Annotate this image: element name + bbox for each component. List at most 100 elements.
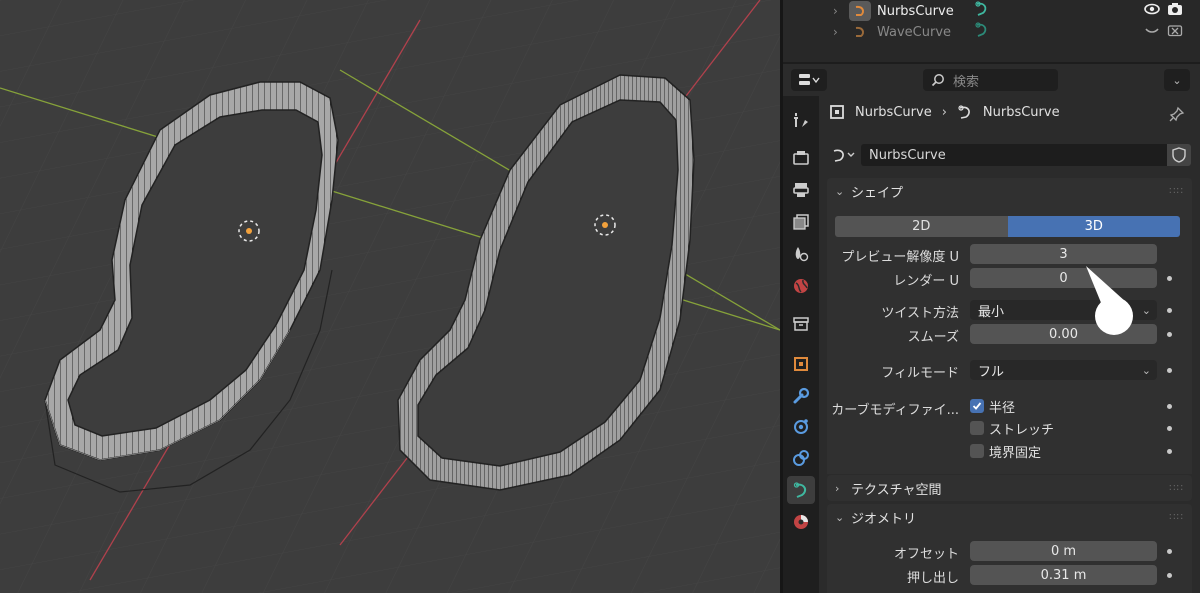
breadcrumb-separator-icon: › (941, 104, 947, 120)
datablock-browse-button[interactable] (827, 144, 861, 166)
panel-title: シェイプ (851, 185, 904, 201)
output-icon (793, 183, 809, 197)
dimension-3d-button[interactable]: 3D (1007, 216, 1180, 237)
tab-curve-data[interactable] (787, 476, 815, 504)
dimensions-toggle: 2D 3D (835, 216, 1180, 237)
preview-resolution-field[interactable]: 3 (970, 244, 1157, 264)
tab-physics[interactable] (787, 412, 815, 440)
keyframe-dot-icon[interactable] (1167, 276, 1172, 281)
touch-pointer-icon (1086, 266, 1133, 335)
keyframe-dot-icon[interactable] (1167, 449, 1172, 454)
outliner-row-wavecurve[interactable]: › WaveCurve (783, 21, 1200, 43)
options-dropdown-button[interactable]: ⌄ (1164, 69, 1190, 91)
curve-data-icon[interactable] (973, 0, 991, 22)
keyframe-dot-icon[interactable] (1167, 368, 1172, 373)
search-icon (931, 74, 944, 87)
3d-viewport[interactable] (0, 0, 780, 593)
tab-material[interactable] (787, 508, 815, 536)
expand-chevron-icon: › (835, 481, 840, 495)
radius-label: 半径 (989, 400, 1016, 416)
stretch-label: ストレッチ (989, 422, 1055, 438)
curve-data-icon[interactable] (973, 21, 991, 43)
eye-icon[interactable] (1144, 2, 1160, 20)
shape-panel-header[interactable]: ⌄ シェイプ ∷∷ (827, 178, 1192, 204)
keyframe-dot-icon[interactable] (1167, 308, 1172, 313)
checkbox-unchecked[interactable] (970, 444, 984, 458)
tab-view-layer[interactable] (787, 208, 815, 236)
drag-grip-icon[interactable]: ∷∷ (1169, 186, 1184, 197)
chevron-down-icon: ⌄ (1141, 363, 1151, 377)
chevron-down-icon: ⌄ (1172, 73, 1182, 87)
tab-constraints[interactable] (787, 444, 815, 472)
tab-object[interactable] (787, 350, 815, 378)
outliner: › NurbsCurve › WaveCurve (783, 0, 1200, 64)
collapse-chevron-icon: ⌄ (835, 184, 845, 198)
extrude-field[interactable]: 0.31 m (970, 565, 1157, 585)
search-input[interactable]: 検索 (923, 69, 1058, 91)
curve-object-icon (849, 1, 871, 21)
camera-disabled-icon[interactable] (1167, 23, 1183, 41)
dimension-2d-button[interactable]: 2D (835, 216, 1008, 237)
render-resolution-label: レンダー U (893, 274, 959, 289)
editor-type-button[interactable] (791, 69, 827, 91)
breadcrumb: NurbsCurve › NurbsCurve (829, 104, 1060, 120)
geometry-panel-header[interactable]: ⌄ ジオメトリ ∷∷ (827, 504, 1192, 530)
breadcrumb-data: NurbsCurve (982, 104, 1060, 120)
preview-resolution-label: プレビュー解像度 U (841, 250, 959, 265)
twist-method-label: ツイスト方法 (881, 306, 959, 321)
fill-mode-dropdown[interactable]: フル ⌄ (970, 360, 1157, 380)
properties-header: 検索 ⌄ (783, 64, 1200, 96)
expand-chevron-icon[interactable]: › (833, 25, 838, 39)
keyframe-dot-icon[interactable] (1167, 332, 1172, 337)
curve-data-icon (793, 482, 807, 498)
curve-data-icon (833, 149, 855, 162)
view-layer-icon (793, 214, 809, 230)
curve-modifier-label: カーブモディファイ... (831, 403, 959, 418)
object-icon (794, 357, 808, 371)
pin-icon[interactable] (1169, 106, 1185, 126)
drag-grip-icon[interactable]: ∷∷ (1169, 483, 1184, 494)
tab-world[interactable] (787, 272, 815, 300)
panel-title: ジオメトリ (851, 511, 917, 527)
checkmark-icon (972, 402, 982, 410)
bounds-clamp-label: 境界固定 (989, 445, 1042, 461)
eye-closed-icon[interactable] (1144, 23, 1160, 41)
radius-checkbox-row[interactable]: 半径 (970, 396, 1015, 416)
keyframe-dot-icon[interactable] (1167, 426, 1172, 431)
drag-grip-icon[interactable]: ∷∷ (1169, 512, 1184, 523)
viewport-scene (0, 0, 780, 593)
wrench-icon (793, 387, 810, 404)
outliner-row-nurbscurve[interactable]: › NurbsCurve (783, 0, 1200, 22)
tool-icon (794, 113, 808, 127)
curve-data-icon (958, 105, 970, 119)
stretch-checkbox-row[interactable]: ストレッチ (970, 418, 1054, 438)
collection-icon (793, 317, 809, 331)
object-icon (830, 105, 844, 119)
tab-tool[interactable] (787, 106, 815, 134)
tab-modifiers[interactable] (787, 382, 815, 410)
tab-render[interactable] (787, 144, 815, 172)
camera-icon[interactable] (1167, 2, 1183, 20)
offset-label: オフセット (893, 547, 959, 562)
datablock-name-field[interactable]: NurbsCurve (861, 144, 1167, 166)
tab-output[interactable] (787, 176, 815, 204)
checkbox-unchecked[interactable] (970, 421, 984, 435)
keyframe-dot-icon[interactable] (1167, 573, 1172, 578)
fill-mode-value: フル (978, 364, 1005, 380)
properties-tab-bar (783, 96, 819, 593)
keyframe-dot-icon[interactable] (1167, 549, 1172, 554)
world-icon (794, 279, 808, 293)
render-icon (793, 151, 809, 165)
fake-user-button[interactable] (1167, 144, 1191, 166)
keyframe-dot-icon[interactable] (1167, 404, 1172, 409)
tab-scene[interactable] (787, 240, 815, 268)
offset-field[interactable]: 0 m (970, 541, 1157, 561)
physics-icon (794, 419, 808, 434)
tab-collection[interactable] (787, 310, 815, 338)
constraints-icon (793, 450, 809, 466)
bounds-clamp-checkbox-row[interactable]: 境界固定 (970, 441, 1041, 461)
checkbox-checked[interactable] (970, 399, 984, 413)
texture-space-panel-header[interactable]: › テクスチャ空間 ∷∷ (827, 475, 1192, 501)
expand-chevron-icon[interactable]: › (833, 4, 838, 18)
collapse-chevron-icon: ⌄ (835, 510, 845, 524)
